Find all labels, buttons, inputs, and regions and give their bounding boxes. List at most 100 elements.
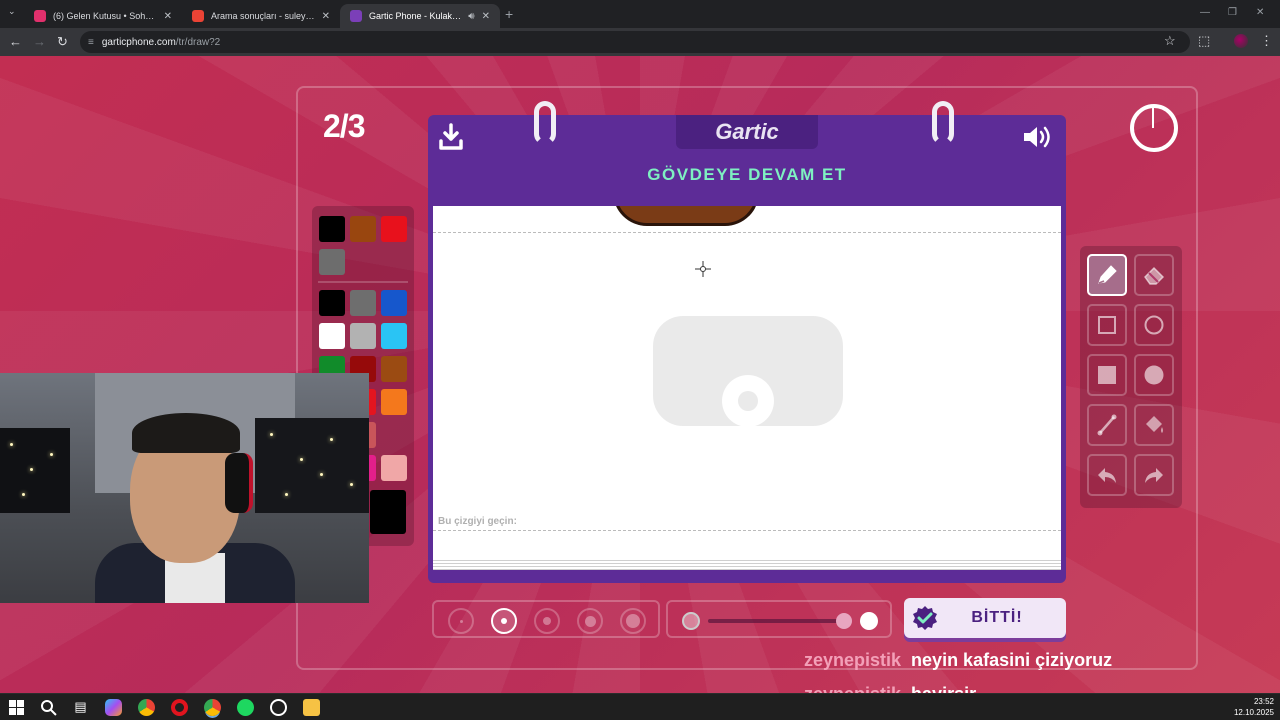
download-icon[interactable] [438,123,464,151]
fairy-light [30,468,33,471]
search-icon[interactable] [40,699,57,716]
close-tab-icon[interactable]: ✕ [164,11,172,22]
brush-size-option[interactable] [491,608,517,634]
rectangle-tool-button[interactable] [1087,304,1127,346]
chrome-active-icon[interactable] [204,699,221,716]
color-swatch[interactable] [381,290,407,316]
brush-size-option[interactable] [534,608,560,634]
color-swatch[interactable] [381,389,407,415]
forward-icon[interactable]: → [33,33,46,51]
undo-button[interactable] [1087,454,1127,496]
fill-bucket-tool-button[interactable] [1134,404,1174,446]
chat-username: zeynepistik [804,650,902,670]
pencil-icon [1098,265,1117,284]
color-swatch[interactable] [350,290,376,316]
browser-toolbar: ← → ↻ ≡ garticphone.com/tr/draw?2 ☆ ⬚ ⋮ [0,28,1280,56]
brush-size-selector [432,600,660,638]
done-button[interactable]: BİTTİ! [904,598,1066,638]
browser-tab-gmail[interactable]: Arama sonuçları - suleyman.as ✕ [182,4,340,28]
close-window-icon[interactable]: ✕ [1256,7,1264,18]
extensions-icon[interactable]: ⬚ [1198,33,1210,49]
opacity-slider[interactable] [666,600,892,638]
clock-time: 23:52 [1253,697,1274,706]
headset-icon [225,453,253,513]
ellipse-tool-button[interactable] [1134,304,1174,346]
new-tab-button[interactable]: + [505,6,513,22]
filled-ellipse-tool-button[interactable] [1134,354,1174,396]
color-swatch[interactable] [350,216,376,242]
site-info-icon[interactable]: ≡ [88,37,94,48]
windows-start-icon[interactable] [8,699,25,716]
url-host: garticphone.com [101,36,176,48]
tab-audio-icon[interactable]: 🔊︎ [468,11,474,22]
chat-username: zeynepistik [804,684,901,693]
reload-icon[interactable]: ↻ [57,33,68,51]
task-view-icon[interactable]: ▤ [72,699,89,716]
current-color-swatch[interactable] [370,490,406,534]
filled-circle-icon [1144,365,1164,385]
fairy-light [330,438,333,441]
close-tab-icon[interactable]: ✕ [322,11,330,22]
restore-icon[interactable]: ❐ [1228,7,1237,18]
close-tab-icon[interactable]: ✕ [482,11,490,22]
color-swatch[interactable] [381,455,407,481]
pencil-tool-button[interactable] [1087,254,1127,296]
system-clock[interactable]: 23:52 12.10.2025 [1234,696,1274,718]
line-tool-button[interactable] [1087,404,1127,446]
gmail-icon [192,10,204,22]
color-swatch[interactable] [319,323,345,349]
brush-size-option[interactable] [577,608,603,634]
color-swatch[interactable] [381,356,407,382]
color-swatch[interactable] [319,290,345,316]
prompt-title: GÖVDEYE DEVAM ET [647,165,847,184]
brush-size-option[interactable] [620,608,646,634]
filled-rectangle-tool-button[interactable] [1087,354,1127,396]
color-swatch[interactable] [350,323,376,349]
file-explorer-icon[interactable] [303,699,320,716]
fairy-light [22,493,25,496]
redo-button[interactable] [1134,454,1174,496]
bookmark-star-icon[interactable]: ☆ [1164,33,1176,49]
profile-avatar[interactable] [1234,34,1248,48]
minimize-icon[interactable]: — [1200,7,1210,18]
fairy-light [320,473,323,476]
chat-message: zeynepistik hayirsir [804,684,976,693]
fairy-light [350,483,353,486]
address-bar[interactable]: ≡ garticphone.com/tr/draw?2 [80,31,1190,53]
chat-text: hayirsir [911,684,976,693]
brush-size-dot [501,618,507,624]
copilot-icon[interactable] [105,699,122,716]
eraser-tool-button[interactable] [1134,254,1174,296]
brush-size-dot [459,619,463,623]
check-badge-icon [913,606,937,630]
done-button-label: BİTTİ! [971,609,1023,626]
brush-size-option[interactable] [448,608,474,634]
browser-tab-instagram[interactable]: (6) Gelen Kutusu • Sohbetler ✕ [24,4,182,28]
opacity-slider-handle[interactable] [836,613,852,629]
sound-icon[interactable] [1022,123,1054,151]
color-swatch[interactable] [319,249,345,275]
gartic-phone-watermark [653,316,843,427]
chat-message: zeynepistik neyin kafasini çiziyoruz [804,650,1112,671]
chrome-icon[interactable] [138,699,155,716]
webcam-person-hair [132,413,240,453]
binder-ring [534,101,556,145]
color-swatch[interactable] [381,323,407,349]
color-swatch[interactable] [319,216,345,242]
spotify-icon[interactable] [237,699,254,716]
opacity-track[interactable] [708,619,848,623]
back-icon[interactable]: ← [9,33,22,51]
previous-drawing-line [433,232,1061,233]
tab-title: Arama sonuçları - suleyman.as [211,11,315,21]
drawing-canvas[interactable]: Bu çizgiyi geçin: [433,206,1061,564]
browser-menu-icon[interactable]: ⋮ [1260,33,1273,49]
steam-icon[interactable] [270,699,287,716]
tab-list-chevron-icon[interactable]: ⌄ [8,6,16,17]
redo-icon [1145,468,1163,483]
color-swatch[interactable] [381,216,407,242]
browser-tab-gartic[interactable]: Gartic Phone - Kulaktan Ku 🔊︎ ✕ [340,4,500,28]
gartic-logo: Gartic [676,115,818,149]
opera-icon[interactable] [171,699,188,716]
chat-text: neyin kafasini çiziyoruz [911,650,1113,670]
url-path: /tr/draw?2 [175,36,221,48]
